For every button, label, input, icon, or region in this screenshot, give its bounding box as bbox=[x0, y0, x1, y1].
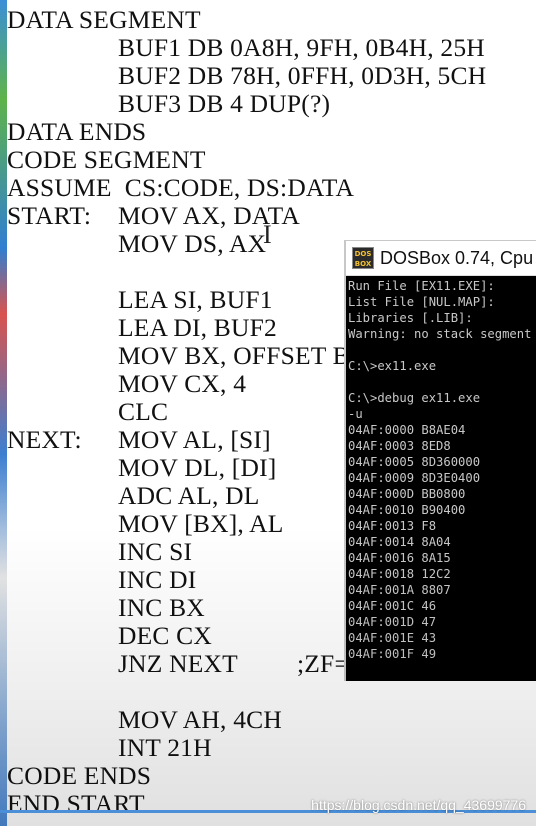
dosbox-title: DOSBox 0.74, Cpu bbox=[380, 247, 534, 268]
code-instruction: BUF3 DB 4 DUP(?) bbox=[118, 89, 331, 118]
console-line: 04AF:0005 8D360000 bbox=[348, 455, 481, 469]
code-instruction: MOV BX, OFFSET B bbox=[118, 341, 350, 370]
code-label: DATA ENDS bbox=[7, 117, 147, 146]
console-line: 04AF:001F 49 bbox=[348, 647, 437, 661]
console-line: 04AF:0018 12C2 bbox=[348, 567, 451, 581]
console-line: 04AF:0000 B8AE04 bbox=[348, 423, 466, 437]
code-instruction: INT 21H bbox=[118, 733, 212, 762]
console-line: List File [NUL.MAP]: bbox=[348, 295, 495, 309]
console-line: 04AF:0003 8ED8 bbox=[348, 439, 451, 453]
code-instruction: MOV DS, AX bbox=[118, 229, 267, 258]
console-line: 04AF:0013 F8 bbox=[348, 519, 437, 533]
dosbox-logo-icon: DOS BOX bbox=[352, 247, 374, 269]
console-line: 04AF:001E 43 bbox=[348, 631, 437, 645]
code-instruction: BUF2 DB 78H, 0FFH, 0D3H, 5CH bbox=[118, 61, 487, 90]
code-instruction: CLC bbox=[118, 397, 169, 426]
code-label: START: bbox=[7, 201, 92, 230]
dosbox-console-output[interactable]: Run File [EX11.EXE]: List File [NUL.MAP]:… bbox=[346, 276, 536, 662]
console-line: Warning: no stack segment bbox=[348, 327, 532, 341]
console-line: -u bbox=[348, 407, 363, 421]
console-line: Run File [EX11.EXE]: bbox=[348, 279, 495, 293]
dosbox-window[interactable]: DOS BOX DOSBox 0.74, Cpu Run File [EX11.E… bbox=[344, 240, 536, 681]
desktop-edge-strip bbox=[0, 0, 7, 826]
console-line: 04AF:001C 46 bbox=[348, 599, 437, 613]
console-line: 04AF:0014 8A04 bbox=[348, 535, 451, 549]
console-line: 04AF:001D 47 bbox=[348, 615, 437, 629]
code-label: CODE ENDS bbox=[7, 761, 152, 790]
console-line: C:\>ex11.exe bbox=[348, 359, 437, 373]
console-line: Libraries [.LIB]: bbox=[348, 311, 473, 325]
code-instruction: BUF1 DB 0A8H, 9FH, 0B4H, 25H bbox=[118, 33, 485, 62]
console-line: 04AF:001A 8807 bbox=[348, 583, 451, 597]
code-instruction: JNZ NEXT bbox=[118, 649, 238, 678]
code-label: DATA SEGMENT bbox=[7, 5, 201, 34]
code-instruction: INC SI bbox=[118, 537, 193, 566]
dosbox-titlebar[interactable]: DOS BOX DOSBox 0.74, Cpu bbox=[346, 241, 536, 276]
watermark-text: https://blog.csdn.net/qq_43699776 bbox=[311, 797, 526, 813]
console-line: 04AF:0009 8D3E0400 bbox=[348, 471, 481, 485]
code-instruction: LEA SI, BUF1 bbox=[118, 285, 273, 314]
code-instruction: MOV [BX], AL bbox=[118, 509, 284, 538]
code-instruction: INC DI bbox=[118, 565, 197, 594]
code-instruction: MOV AL, [SI] bbox=[118, 425, 271, 454]
console-line: 04AF:000D BB0800 bbox=[348, 487, 466, 501]
code-instruction: ADC AL, DL bbox=[118, 481, 260, 510]
code-instruction: MOV CX, 4 bbox=[118, 369, 247, 398]
code-instruction: DEC CX bbox=[118, 621, 212, 650]
code-label: END START bbox=[7, 789, 145, 818]
code-label: NEXT: bbox=[7, 425, 82, 454]
text-cursor-icon: I bbox=[263, 220, 272, 249]
code-instruction: LEA DI, BUF2 bbox=[118, 313, 277, 342]
code-label: ASSUME CS:CODE, DS:DATA bbox=[7, 173, 355, 202]
code-label: CODE SEGMENT bbox=[7, 145, 206, 174]
console-line: 04AF:0010 B90400 bbox=[348, 503, 466, 517]
code-instruction: INC BX bbox=[118, 593, 205, 622]
code-instruction: MOV AH, 4CH bbox=[118, 705, 282, 734]
code-instruction: MOV DL, [DI] bbox=[118, 453, 277, 482]
console-line: C:\>debug ex11.exe bbox=[348, 391, 481, 405]
console-line: 04AF:0016 8A15 bbox=[348, 551, 451, 565]
